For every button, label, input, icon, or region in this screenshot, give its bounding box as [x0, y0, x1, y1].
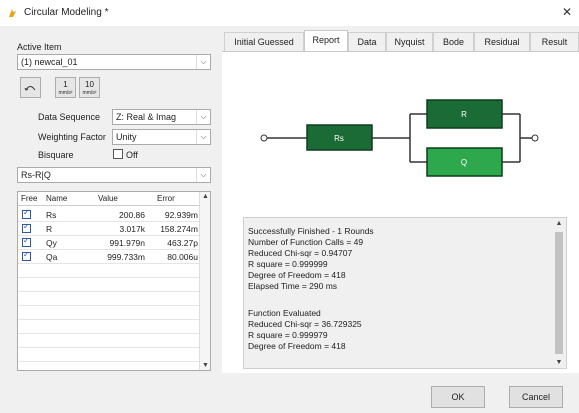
unit-1-unit: mm/s²	[58, 90, 73, 96]
table-row-empty	[18, 306, 200, 320]
table-scrollbar[interactable]: ▲ ▼	[199, 192, 210, 370]
weighting-factor-value: Unity	[116, 132, 137, 142]
undo-icon-button[interactable]	[20, 77, 41, 98]
chevron-down-icon: ⌵	[196, 55, 210, 69]
tab-bode[interactable]: Bode	[433, 32, 474, 51]
bisquare-value: Off	[126, 150, 138, 160]
report-textbox[interactable]: Successfully Finished - 1 Rounds Number …	[243, 217, 567, 369]
unit-1-number: 1	[63, 80, 68, 89]
report-scrollbar[interactable]: ▲ ▼	[552, 218, 566, 368]
title-bar: Circular Modeling * ✕	[0, 0, 579, 26]
active-item-label: Active Item	[17, 42, 62, 52]
tab-bar: Initial Guessed Report Data Nyquist Bode…	[222, 30, 579, 52]
param-name: Qy	[46, 238, 57, 248]
param-name: Rs	[46, 210, 57, 220]
terminal-left-icon	[260, 134, 268, 142]
param-error: 158.274m	[160, 224, 198, 234]
curve-arrow-icon	[24, 86, 36, 91]
unit-10-number: 10	[85, 80, 94, 89]
data-sequence-label: Data Sequence	[38, 112, 101, 122]
param-value[interactable]: 200.86	[90, 210, 145, 220]
param-name: R	[46, 224, 53, 234]
param-value[interactable]: 991.979n	[90, 238, 145, 248]
active-item-select[interactable]: (1) newcal_01 ⌵	[17, 54, 211, 70]
table-row-empty	[18, 348, 200, 362]
report-line: Function Evaluated	[248, 308, 321, 318]
param-value[interactable]: 999.733m	[90, 252, 145, 262]
window-title: Circular Modeling *	[24, 7, 109, 18]
rs-label: Rs	[334, 134, 344, 143]
unit-10-button[interactable]: 10 mm/s²	[79, 77, 100, 98]
table-row[interactable]: R 3.017k 158.274m	[18, 222, 200, 236]
scroll-down-icon[interactable]: ▼	[200, 362, 210, 369]
scroll-up-icon[interactable]: ▲	[552, 220, 566, 227]
weighting-factor-label: Weighting Factor	[38, 132, 106, 142]
bisquare-label: Bisquare	[38, 150, 74, 160]
circuit-diagram: Rs R Q	[260, 99, 539, 177]
tab-residual[interactable]: Residual	[474, 32, 530, 51]
free-checkbox[interactable]	[22, 250, 31, 261]
param-error: 463.27p	[167, 238, 198, 248]
app-icon	[9, 9, 16, 17]
param-error: 92.939m	[164, 210, 198, 220]
weighting-factor-select[interactable]: Unity ⌵	[112, 129, 211, 145]
table-row[interactable]: Qy 991.979n 463.27p	[18, 236, 200, 250]
data-sequence-select[interactable]: Z: Real & Imag ⌵	[112, 109, 211, 125]
data-sequence-value: Z: Real & Imag	[116, 112, 177, 122]
tab-nyquist[interactable]: Nyquist	[386, 32, 433, 51]
report-line: R square = 0.999999	[248, 259, 328, 269]
scroll-thumb[interactable]	[555, 232, 563, 354]
free-checkbox[interactable]	[22, 208, 31, 219]
active-item-value: (1) newcal_01	[21, 57, 78, 67]
ok-button[interactable]: OK	[431, 386, 485, 408]
param-value[interactable]: 3.017k	[90, 224, 145, 234]
report-line: Successfully Finished - 1 Rounds	[248, 226, 374, 236]
tab-result[interactable]: Result	[530, 32, 579, 51]
column-header-value: Value	[98, 194, 118, 203]
table-header: Free Name Value Error	[18, 192, 200, 206]
report-line: Reduced Chi-sqr = 0.94707	[248, 248, 353, 258]
terminal-right-icon	[531, 134, 539, 142]
unit-10-unit: mm/s²	[82, 90, 97, 96]
report-line: Reduced Chi-sqr = 36.729325	[248, 319, 362, 329]
free-checkbox[interactable]	[22, 236, 31, 247]
cancel-button[interactable]: Cancel	[509, 386, 563, 408]
report-line: Number of Function Calls = 49	[248, 237, 364, 247]
table-row-empty	[18, 334, 200, 348]
scroll-up-icon[interactable]: ▲	[200, 193, 210, 200]
table-row-empty	[18, 320, 200, 334]
model-value: Rs-R|Q	[21, 170, 51, 180]
model-select[interactable]: Rs-R|Q ⌵	[17, 167, 211, 183]
tab-report[interactable]: Report	[304, 30, 348, 52]
table-row-empty	[18, 264, 200, 278]
column-header-free: Free	[21, 194, 38, 203]
param-name: Qa	[46, 252, 58, 262]
param-error: 80.006u	[167, 252, 198, 262]
parameter-table: Free Name Value Error Rs 200.86 92.939m …	[17, 191, 211, 371]
free-checkbox[interactable]	[22, 222, 31, 233]
chevron-down-icon: ⌵	[196, 130, 210, 144]
r-label: R	[461, 110, 467, 119]
tab-initial-guessed[interactable]: Initial Guessed	[224, 32, 304, 51]
table-row-empty	[18, 278, 200, 292]
column-header-name: Name	[46, 194, 68, 203]
bisquare-checkbox[interactable]	[113, 149, 123, 159]
report-line: Degree of Freedom = 418	[248, 341, 346, 351]
tab-data[interactable]: Data	[348, 32, 386, 51]
table-row-empty	[18, 292, 200, 306]
column-header-error: Error	[157, 194, 175, 203]
scroll-down-icon[interactable]: ▼	[552, 359, 566, 366]
q-label: Q	[461, 158, 467, 167]
chevron-down-icon: ⌵	[196, 168, 210, 182]
table-row[interactable]: Qa 999.733m 80.006u	[18, 250, 200, 264]
unit-1-button[interactable]: 1 mm/s²	[55, 77, 76, 98]
chevron-down-icon: ⌵	[196, 110, 210, 124]
close-icon[interactable]: ✕	[559, 4, 575, 20]
report-line: Degree of Freedom = 418	[248, 270, 346, 280]
report-line: Elapsed Time = 290 ms	[248, 281, 338, 291]
table-row[interactable]: Rs 200.86 92.939m	[18, 208, 200, 222]
report-line: R square = 0.999979	[248, 330, 328, 340]
